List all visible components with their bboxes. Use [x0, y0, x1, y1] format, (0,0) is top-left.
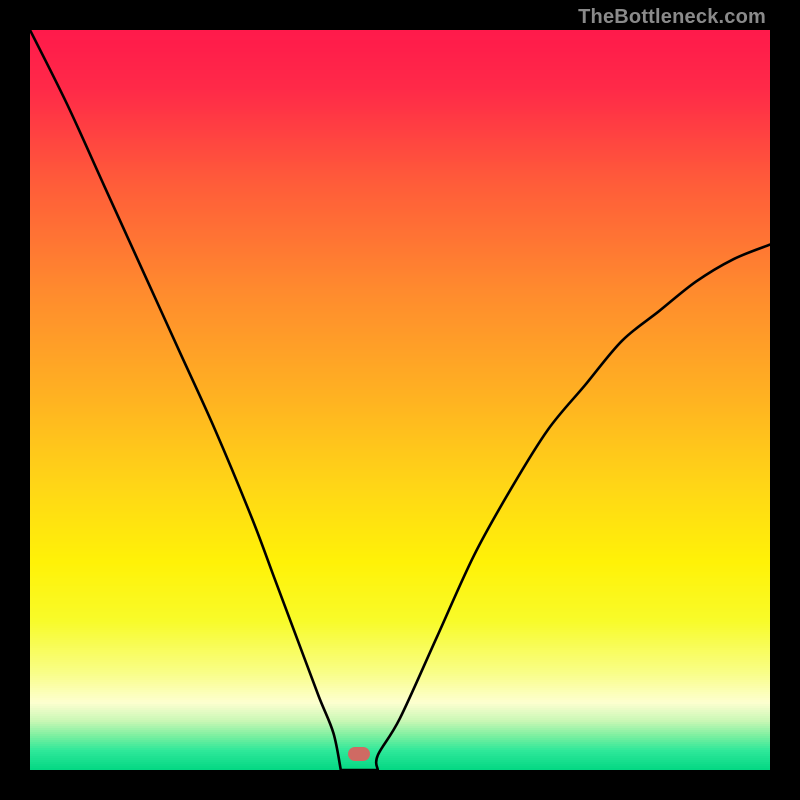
optimum-marker [348, 747, 370, 761]
plot-area [30, 30, 770, 770]
bottleneck-curve [30, 30, 770, 770]
watermark-text: TheBottleneck.com [578, 6, 766, 29]
outer-frame: TheBottleneck.com [0, 0, 800, 800]
